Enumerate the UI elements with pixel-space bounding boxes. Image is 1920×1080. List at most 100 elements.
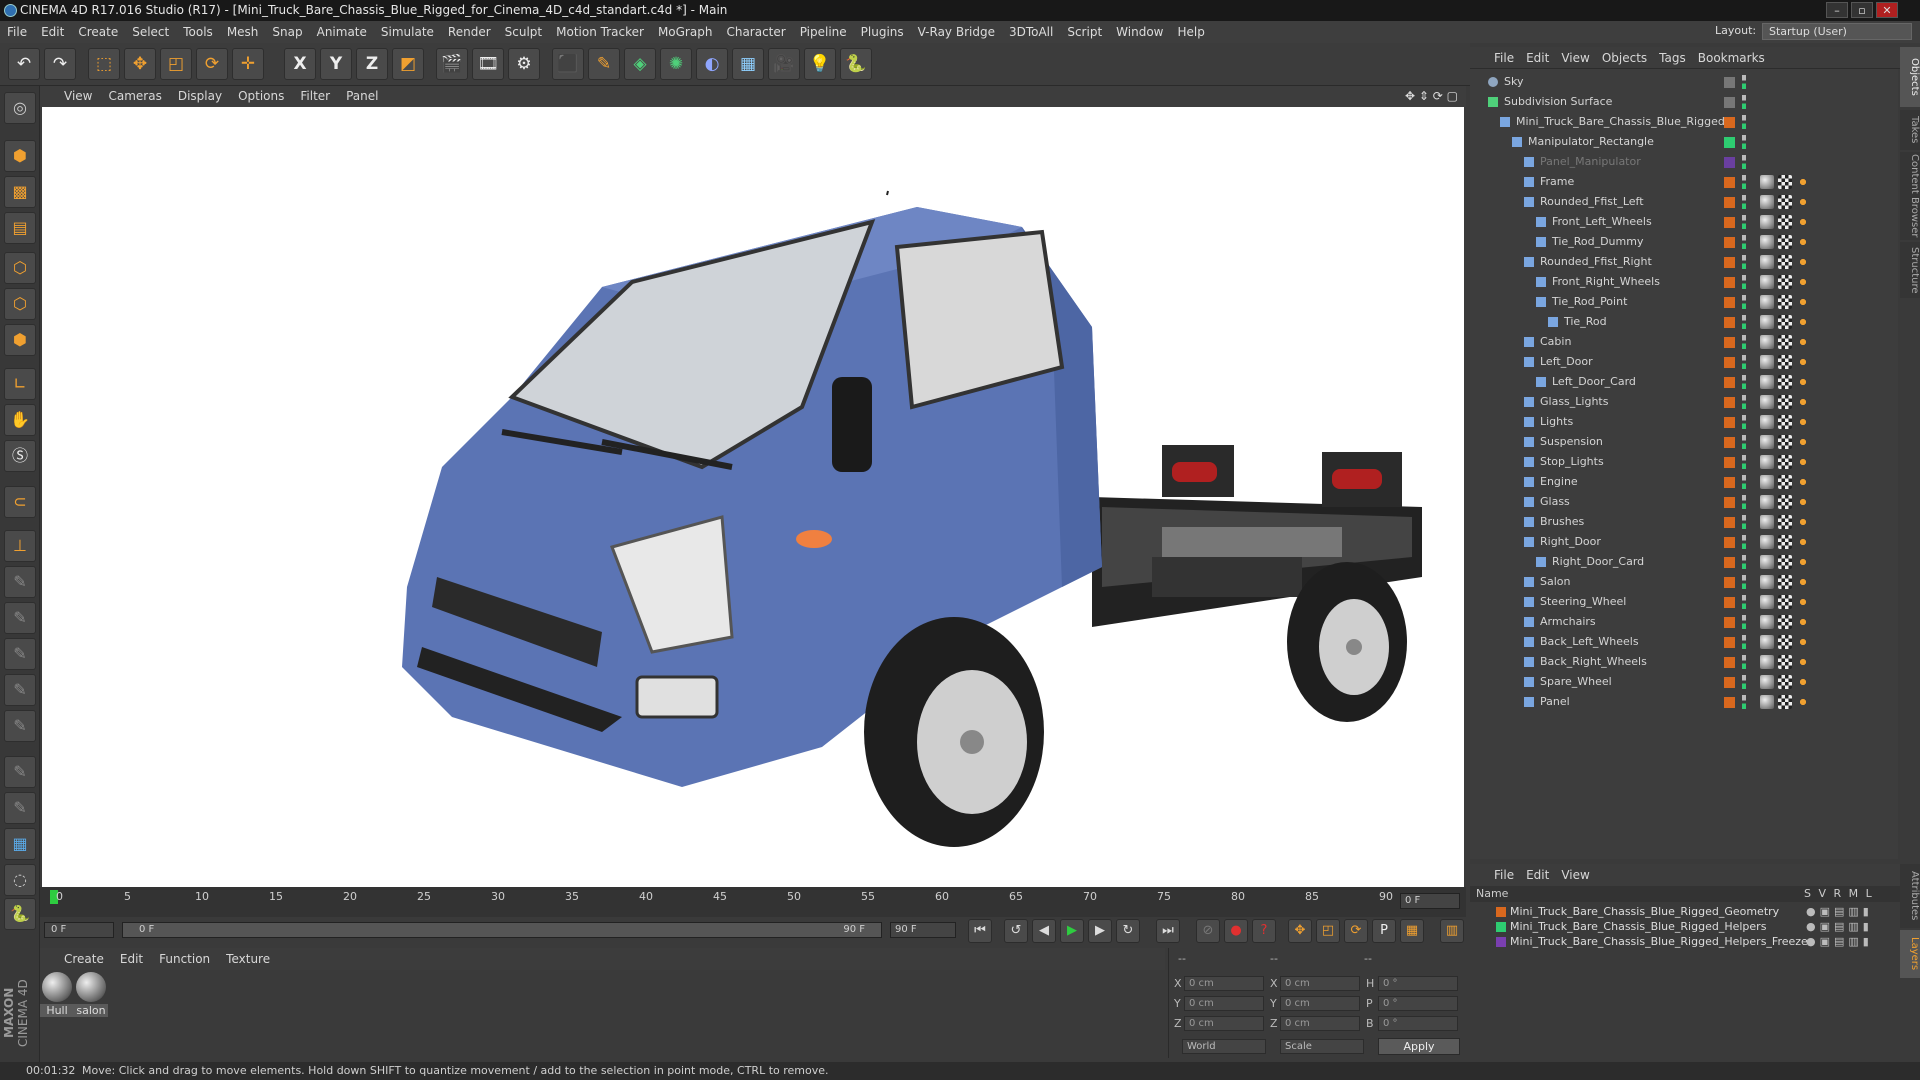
selection-tag-icon[interactable] [1796, 675, 1810, 689]
layer-color-swatch[interactable] [1724, 157, 1735, 168]
go-to-start-icon[interactable]: ⏮ [968, 919, 992, 943]
object-row[interactable]: Rounded_Ffist_Left [1470, 192, 1898, 212]
selection-tag-icon[interactable] [1796, 455, 1810, 469]
texture-tag-icon[interactable] [1778, 635, 1792, 649]
layer-color-swatch[interactable] [1724, 257, 1735, 268]
layer-color-swatch[interactable] [1724, 357, 1735, 368]
material-tag-icon[interactable] [1760, 695, 1774, 709]
object-row[interactable]: Armchairs [1470, 612, 1898, 632]
viewport-menu-panel[interactable]: Panel [338, 86, 386, 107]
layer-color-swatch[interactable] [1724, 77, 1735, 88]
menu-character[interactable]: Character [719, 21, 792, 43]
material-tag-icon[interactable] [1760, 555, 1774, 569]
selection-tag-icon[interactable] [1796, 615, 1810, 629]
texture-tag-icon[interactable] [1778, 495, 1792, 509]
coord-rot-b-input[interactable]: 0 ° [1378, 1016, 1458, 1031]
material-tag-icon[interactable] [1760, 675, 1774, 689]
coord-mode-select[interactable]: World [1182, 1039, 1266, 1054]
layer-color-swatch[interactable] [1724, 617, 1735, 628]
recent-tool-icon[interactable]: ✛ [232, 48, 264, 80]
render-view-icon[interactable]: 🎬 [436, 48, 468, 80]
layer-color-swatch[interactable] [1724, 577, 1735, 588]
menu-simulate[interactable]: Simulate [374, 21, 441, 43]
start-frame-field[interactable]: 0 F [44, 922, 114, 938]
texture-tag-icon[interactable] [1778, 215, 1792, 229]
object-row[interactable]: Manipulator_Rectangle [1470, 132, 1898, 152]
menu-script[interactable]: Script [1060, 21, 1109, 43]
material-tag-icon[interactable] [1760, 335, 1774, 349]
object-row[interactable]: Glass [1470, 492, 1898, 512]
selection-tag-icon[interactable] [1796, 235, 1810, 249]
key-scale-icon[interactable]: ◰ [1316, 919, 1340, 943]
layer-color-swatch[interactable] [1724, 177, 1735, 188]
menu-mesh[interactable]: Mesh [220, 21, 266, 43]
material-tag-icon[interactable] [1760, 615, 1774, 629]
y-axis-lock-button[interactable]: Y [320, 48, 352, 80]
layer-color-swatch[interactable] [1724, 457, 1735, 468]
model-mode-icon[interactable]: ⬢ [4, 140, 36, 172]
layer-flags-icon[interactable]: ●▣▤▥▮ [1806, 919, 1873, 934]
selection-tag-icon[interactable] [1796, 515, 1810, 529]
object-row[interactable]: Glass_Lights [1470, 392, 1898, 412]
object-row[interactable]: Front_Left_Wheels [1470, 212, 1898, 232]
layer-color-swatch[interactable] [1724, 137, 1735, 148]
menu-create[interactable]: Create [71, 21, 125, 43]
object-row[interactable]: Steering_Wheel [1470, 592, 1898, 612]
menu-mograph[interactable]: MoGraph [651, 21, 720, 43]
layer-color-swatch[interactable] [1724, 97, 1735, 108]
close-button[interactable]: ✕ [1876, 2, 1898, 18]
menu-3dtoall[interactable]: 3DToAll [1002, 21, 1060, 43]
coord-pos-x-input[interactable]: 0 cm [1184, 976, 1264, 991]
sculpt-brush-1-icon[interactable]: ✎ [4, 566, 36, 598]
visibility-dots-icon[interactable] [1742, 635, 1746, 649]
visibility-dots-icon[interactable] [1742, 75, 1746, 89]
make-editable-icon[interactable]: ◎ [4, 92, 36, 124]
selection-tag-icon[interactable] [1796, 315, 1810, 329]
deformer-icon[interactable]: ◐ [696, 48, 728, 80]
layer-color-swatch[interactable] [1724, 537, 1735, 548]
material-tag-icon[interactable] [1760, 595, 1774, 609]
render-picture-viewer-icon[interactable]: 🎞 [472, 48, 504, 80]
material-tag-icon[interactable] [1760, 215, 1774, 229]
material-tag-icon[interactable] [1760, 635, 1774, 649]
viewport-menu-display[interactable]: Display [170, 86, 230, 107]
texture-tag-icon[interactable] [1778, 655, 1792, 669]
previous-key-icon[interactable]: ↺ [1004, 919, 1028, 943]
texture-mode-icon[interactable]: ▩ [4, 176, 36, 208]
layer-color-swatch[interactable] [1724, 377, 1735, 388]
object-row[interactable]: Frame [1470, 172, 1898, 192]
material-tag-icon[interactable] [1760, 195, 1774, 209]
material-tag-icon[interactable] [1760, 515, 1774, 529]
selection-tag-icon[interactable] [1796, 395, 1810, 409]
material-tag-icon[interactable] [1760, 415, 1774, 429]
layer-row[interactable]: Mini_Truck_Bare_Chassis_Blue_Rigged_Help… [1470, 934, 1900, 949]
subdivision-icon[interactable]: ◈ [624, 48, 656, 80]
viewport-menu-filter[interactable]: Filter [292, 86, 338, 107]
cube-primitive-icon[interactable]: ⬛ [552, 48, 584, 80]
material-tag-icon[interactable] [1760, 455, 1774, 469]
scale-tool-icon[interactable]: ◰ [160, 48, 192, 80]
menu-render[interactable]: Render [441, 21, 498, 43]
material-hull-label[interactable]: Hull [40, 1004, 74, 1017]
visibility-dots-icon[interactable] [1742, 255, 1746, 269]
object-row[interactable]: Tie_Rod_Point [1470, 292, 1898, 312]
coord-size-y-input[interactable]: 0 cm [1280, 996, 1360, 1011]
object-row[interactable]: Lights [1470, 412, 1898, 432]
axis-tool-icon[interactable]: ⊥ [4, 530, 36, 562]
next-key-icon[interactable]: ↻ [1116, 919, 1140, 943]
visibility-dots-icon[interactable] [1742, 655, 1746, 669]
object-row[interactable]: Mini_Truck_Bare_Chassis_Blue_Rigged [1470, 112, 1898, 132]
record-disabled-icon[interactable]: ⊘ [1196, 919, 1220, 943]
snap-icon[interactable]: Ⓢ [4, 440, 36, 472]
frame-range-slider[interactable]: 0 F 90 F [122, 922, 882, 938]
object-menu-objects[interactable]: Objects [1596, 47, 1653, 69]
layer-color-swatch[interactable] [1724, 117, 1735, 128]
record-active-icon[interactable]: ● [1224, 919, 1248, 943]
layer-color-swatch[interactable] [1724, 637, 1735, 648]
layer-color-swatch[interactable] [1724, 557, 1735, 568]
layer-color-swatch[interactable] [1724, 697, 1735, 708]
selection-tag-icon[interactable] [1796, 195, 1810, 209]
texture-tag-icon[interactable] [1778, 555, 1792, 569]
side-tab-objects[interactable]: Objects [1900, 47, 1920, 107]
next-frame-icon[interactable]: ▶ [1088, 919, 1112, 943]
